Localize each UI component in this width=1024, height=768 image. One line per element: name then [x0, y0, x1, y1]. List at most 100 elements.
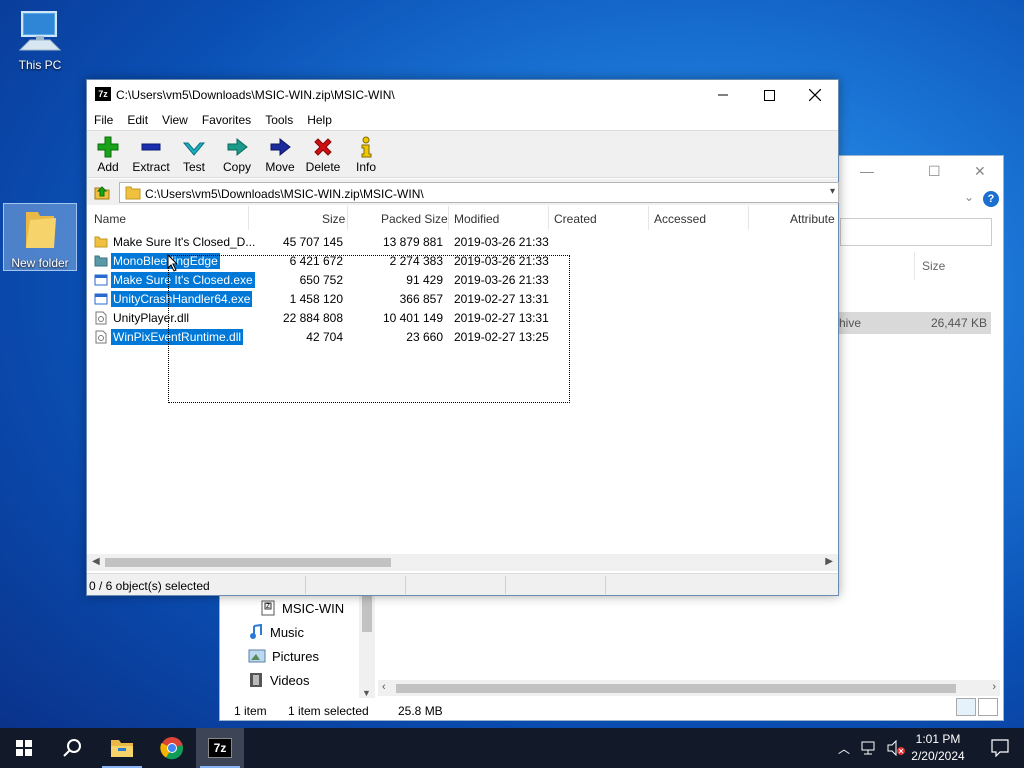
network-icon[interactable] — [860, 740, 878, 756]
nav-item-videos[interactable]: Videos — [248, 670, 310, 690]
nav-pane-scrollbar[interactable]: ▼ — [359, 596, 375, 698]
maximize-button[interactable] — [746, 80, 792, 110]
x-icon — [314, 138, 332, 156]
column-separator — [448, 206, 449, 230]
minus-icon — [141, 143, 161, 151]
file-packed-size: 13 879 881 — [382, 235, 443, 249]
music-note-icon — [250, 624, 262, 639]
taskbar: 7z ︿ 1:01 PM 2/20/2024 — [0, 728, 1024, 768]
file-list[interactable]: Name Size Packed Size Modified Created A… — [87, 206, 838, 558]
search-input[interactable] — [840, 218, 992, 246]
nav-item-music[interactable]: Music — [248, 622, 304, 642]
exe-file-icon — [94, 274, 108, 285]
scroll-right-icon[interactable]: › — [992, 681, 996, 693]
test-button[interactable]: Test — [172, 133, 216, 177]
search-icon — [63, 739, 81, 757]
pictures-icon — [248, 649, 266, 663]
scroll-right-icon[interactable]: ▶ — [825, 556, 833, 567]
column-header-name[interactable]: Name — [94, 212, 126, 226]
folder-icon — [26, 212, 56, 248]
close-icon[interactable]: ✕ — [974, 163, 986, 180]
add-button[interactable]: Add — [86, 133, 130, 177]
column-header-attributes[interactable]: Attribute — [790, 212, 835, 226]
chevron-down-icon[interactable]: ▾ — [830, 186, 835, 197]
copy-arrow-icon — [227, 137, 248, 157]
horizontal-scrollbar[interactable]: ‹ › — [378, 680, 1000, 696]
7zip-window[interactable]: 7z C:\Users\vm5\Downloads\MSIC-WIN.zip\M… — [86, 79, 839, 596]
windows-logo-icon — [16, 740, 32, 756]
copy-button[interactable]: Copy — [215, 133, 259, 177]
volume-muted-icon[interactable] — [886, 740, 906, 756]
minimize-button[interactable] — [700, 80, 746, 110]
menu-help[interactable]: Help — [300, 110, 339, 130]
selected-file-row[interactable]: hive 26,447 KB — [839, 312, 991, 334]
info-button[interactable]: Info — [344, 133, 388, 177]
taskbar-chrome[interactable] — [148, 728, 196, 768]
column-headers: Name Size Packed Size Modified Created A… — [87, 206, 838, 230]
close-button[interactable] — [792, 80, 838, 110]
extract-button[interactable]: Extract — [129, 133, 173, 177]
title-bar[interactable]: 7z C:\Users\vm5\Downloads\MSIC-WIN.zip\M… — [87, 80, 838, 110]
videos-icon — [250, 673, 262, 687]
check-icon — [182, 142, 206, 156]
details-view-icon[interactable] — [956, 698, 976, 716]
help-icon[interactable]: ? — [983, 191, 999, 207]
menu-edit[interactable]: Edit — [120, 110, 155, 130]
scrollbar-thumb[interactable] — [396, 684, 956, 693]
column-header-modified[interactable]: Modified — [454, 212, 499, 226]
status-separator — [405, 576, 406, 594]
desktop-icon-new-folder[interactable]: New folder — [3, 203, 77, 271]
taskbar-file-explorer[interactable] — [98, 728, 146, 768]
folder-up-icon[interactable] — [93, 183, 111, 201]
column-header-packed-size[interactable]: Packed Size — [381, 212, 448, 226]
column-separator — [248, 206, 249, 230]
column-header-accessed[interactable]: Accessed — [654, 212, 706, 226]
start-button[interactable] — [0, 728, 48, 768]
column-header-created[interactable]: Created — [554, 212, 597, 226]
selection-status: 0 / 6 object(s) selected — [89, 579, 210, 593]
status-separator — [605, 576, 606, 594]
chevron-up-icon[interactable]: ︿ — [838, 740, 850, 757]
nav-item-msic-win[interactable]: Z MSIC-WIN — [260, 598, 344, 618]
zip-archive-icon: Z — [261, 600, 275, 616]
clock[interactable]: 1:01 PM 2/20/2024 — [905, 731, 971, 765]
delete-button[interactable]: Delete — [301, 133, 345, 177]
menu-view[interactable]: View — [155, 110, 195, 130]
nav-item-pictures[interactable]: Pictures — [248, 646, 319, 666]
chevron-down-icon[interactable]: ⌄ — [964, 190, 974, 204]
menu-favorites[interactable]: Favorites — [195, 110, 258, 130]
move-arrow-icon — [270, 137, 291, 157]
clock-time: 1:01 PM — [915, 732, 961, 746]
column-header-size[interactable]: Size — [922, 259, 945, 273]
column-header-size[interactable]: Size — [322, 212, 345, 226]
move-button[interactable]: Move — [258, 133, 302, 177]
close-icon — [809, 89, 821, 101]
file-row[interactable]: Make Sure It's Closed_D... 45 707 145 13… — [87, 232, 838, 251]
desktop-icon-this-pc[interactable]: This PC — [3, 8, 77, 72]
minimize-icon[interactable]: — — [860, 163, 874, 179]
file-size: 26,447 KB — [930, 316, 987, 330]
file-name: Make Sure It's Closed_D... — [113, 234, 256, 249]
window-title: C:\Users\vm5\Downloads\MSIC-WIN.zip\MSIC… — [116, 88, 395, 102]
menu-tools[interactable]: Tools — [258, 110, 300, 130]
large-icons-view-icon[interactable] — [978, 698, 998, 716]
horizontal-scrollbar[interactable]: ◀ ▶ — [87, 554, 838, 571]
folder-icon — [94, 236, 108, 247]
scroll-left-icon[interactable]: ◀ — [92, 556, 100, 567]
scrollbar-thumb[interactable] — [362, 596, 372, 632]
scroll-down-icon[interactable]: ▼ — [362, 688, 371, 698]
scrollbar-thumb[interactable] — [105, 558, 391, 567]
scroll-left-icon[interactable]: ‹ — [382, 681, 386, 693]
notifications-button[interactable] — [976, 728, 1024, 768]
path-input[interactable]: C:\Users\vm5\Downloads\MSIC-WIN.zip\MSIC… — [119, 182, 839, 203]
computer-icon — [18, 11, 62, 51]
search-button[interactable] — [48, 728, 96, 768]
taskbar-7zip[interactable]: 7z — [196, 728, 244, 768]
maximize-icon[interactable]: ☐ — [928, 163, 941, 180]
folder-icon — [125, 186, 141, 200]
path-text: C:\Users\vm5\Downloads\MSIC-WIN.zip\MSIC… — [145, 187, 424, 201]
7zip-app-icon: 7z — [95, 87, 111, 101]
file-type: hive — [839, 316, 862, 330]
dll-file-icon — [95, 330, 107, 343]
menu-file[interactable]: File — [87, 110, 120, 130]
